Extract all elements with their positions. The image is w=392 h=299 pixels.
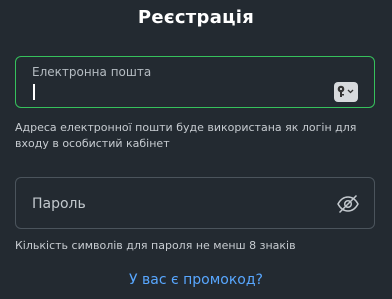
show-password-toggle[interactable] bbox=[336, 192, 360, 216]
email-field-label: Електронна пошта bbox=[32, 65, 152, 79]
email-hint: Адреса електронної пошти буде використан… bbox=[15, 121, 357, 150]
promo-code-link[interactable]: У вас є промокод? bbox=[0, 272, 392, 288]
password-manager-button[interactable] bbox=[334, 82, 358, 102]
password-hint: Кількість символів для пароля не менш 8 … bbox=[15, 239, 296, 252]
key-icon bbox=[336, 83, 356, 102]
page-title: Реєстрація bbox=[137, 7, 255, 28]
password-placeholder: Пароль bbox=[32, 196, 86, 212]
eye-off-icon bbox=[336, 194, 360, 220]
password-field[interactable]: Пароль bbox=[15, 177, 375, 229]
text-cursor bbox=[33, 84, 35, 100]
email-field[interactable]: Електронна пошта bbox=[15, 56, 375, 108]
